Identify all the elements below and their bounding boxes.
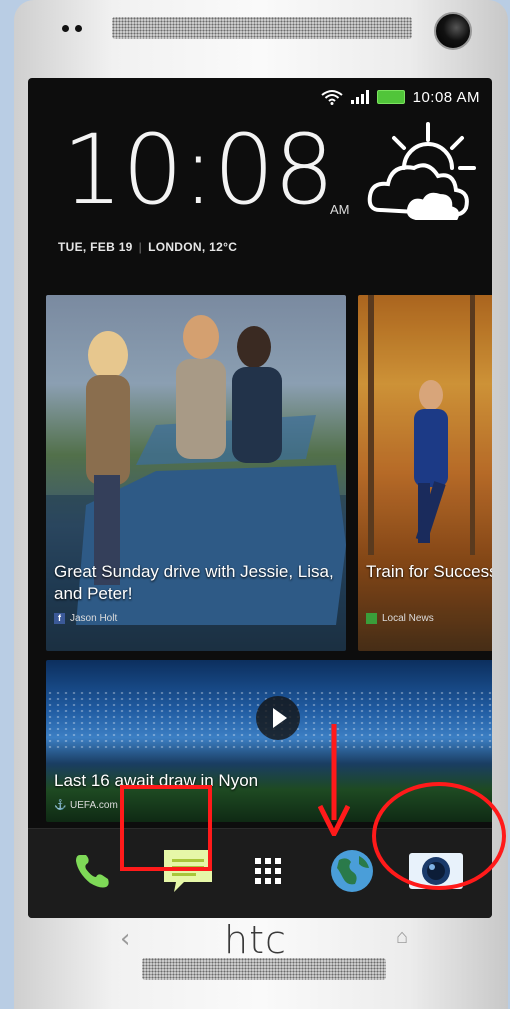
source-name: Local News [382, 613, 434, 624]
tile-source: ⚓ UEFA.com [54, 800, 118, 811]
feed-tile-social-post[interactable]: Great Sunday drive with Jessie, Lisa, an… [46, 295, 346, 651]
front-camera-lens [434, 12, 472, 50]
highlight-rectangle-messages [120, 785, 212, 871]
signal-icon [350, 90, 369, 104]
source-name: UEFA.com [70, 800, 118, 811]
highlight-circle-camera [372, 782, 506, 890]
video-play-icon[interactable] [256, 696, 300, 740]
tile-caption: Train for Success [366, 562, 492, 581]
brand-logo: htc [224, 918, 287, 962]
news-icon [366, 613, 377, 624]
status-bar: 10:08 AM [320, 84, 480, 110]
bottom-speaker-grille [142, 958, 386, 980]
clock-weather-widget[interactable]: 10:08 AM TUE, FEB 19 | LONDON, 12°C [48, 118, 478, 278]
browser-icon[interactable] [322, 841, 382, 901]
runner-photo [358, 295, 492, 651]
tile-caption: Great Sunday drive with Jessie, Lisa, an… [54, 562, 334, 603]
location-temperature: LONDON, 12°C [148, 240, 238, 254]
clock-time: 10:08 [62, 114, 335, 226]
home-icon[interactable]: ⌂ [396, 926, 408, 949]
facebook-icon: f [54, 613, 65, 624]
tile-source: f Jason Holt [54, 613, 117, 624]
uefa-icon: ⚓ [54, 800, 67, 811]
back-icon[interactable]: ‹ [120, 924, 130, 954]
phone-icon[interactable] [62, 841, 122, 901]
date-text: TUE, FEB 19 [58, 240, 133, 254]
clock-ampm: AM [330, 202, 350, 217]
clock-date: TUE, FEB 19 | LONDON, 12°C [58, 240, 237, 254]
partly-cloudy-icon [367, 122, 476, 220]
earpiece-speaker-grille [112, 17, 412, 39]
apps-grid-icon[interactable] [238, 841, 298, 901]
arrow-down-icon [318, 724, 350, 836]
date-separator: | [138, 240, 143, 254]
tile-source: Local News [366, 613, 434, 624]
hardware-nav-bar: ‹ htc ⌂ [28, 918, 492, 962]
battery-icon [376, 90, 405, 104]
phone-top-bar [14, 0, 508, 62]
source-name: Jason Holt [70, 613, 118, 624]
wifi-icon [320, 90, 343, 105]
status-time: 10:08 AM [412, 88, 480, 106]
feed-tile-news[interactable]: Train for Success Local News [358, 295, 492, 651]
proximity-sensor [62, 25, 82, 32]
